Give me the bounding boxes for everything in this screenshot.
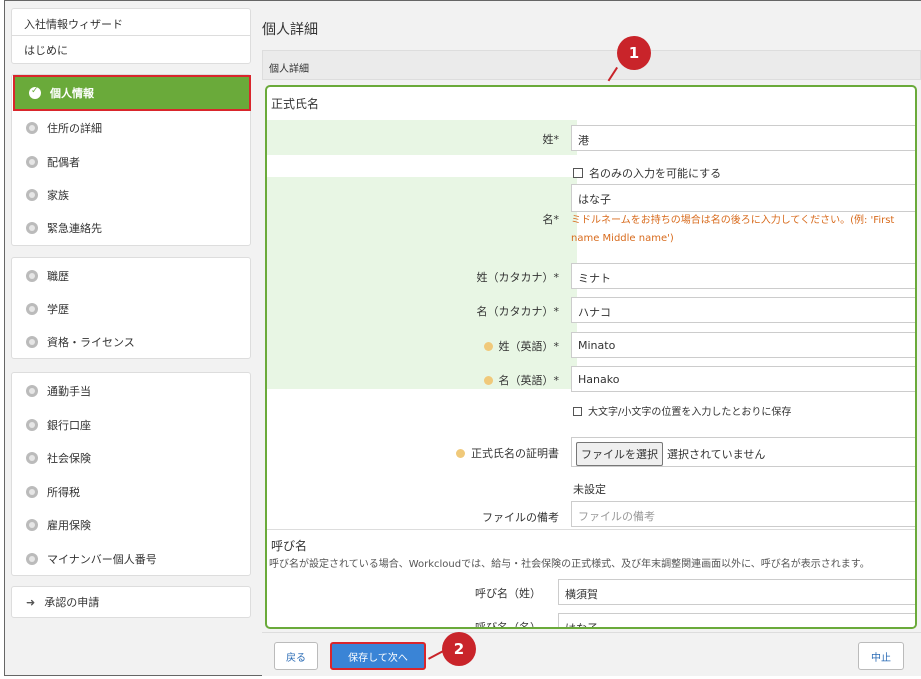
status-circle-icon xyxy=(26,122,38,134)
sidebar-item-label: 個人情報 xyxy=(50,87,94,100)
status-circle-icon xyxy=(26,519,38,531)
sidebar-item-emergency[interactable]: 緊急連絡先 xyxy=(12,213,250,243)
unset-status: 未設定 xyxy=(573,483,606,496)
sidebar-item-label: 職歴 xyxy=(47,270,69,283)
keep-case-checkbox[interactable] xyxy=(573,407,582,416)
first-name-only-option[interactable]: 名のみの入力を可能にする xyxy=(573,165,721,181)
sidebar-item-employment-insurance[interactable]: 雇用保険 xyxy=(12,510,250,540)
sidebar-item-income-tax[interactable]: 所得税 xyxy=(12,477,250,507)
main-content: 個人詳細 個人詳細 正式氏名 姓* 港 名のみの入力を可能にする 名* はな子 … xyxy=(262,8,921,676)
status-circle-icon xyxy=(26,452,38,464)
sidebar-group-personal: 個人情報 住所の詳細 配偶者 家族 緊急連絡先 xyxy=(11,74,251,246)
keep-case-option[interactable]: 大文字/小文字の位置を入力したとおりに保存 xyxy=(573,403,791,418)
first-name-hint-cont: name Middle name') xyxy=(571,233,674,244)
last-name-label: 姓* xyxy=(542,133,560,146)
info-dot-icon xyxy=(483,376,493,385)
sidebar-item-commute[interactable]: 通勤手当 xyxy=(12,376,250,406)
first-name-kana-input[interactable]: ハナコ xyxy=(571,297,915,323)
legal-name-heading: 正式氏名 xyxy=(271,97,320,111)
keep-case-label: 大文字/小文字の位置を入力したとおりに保存 xyxy=(588,407,792,418)
sidebar-group-career: 職歴 学歴 資格・ライセンス xyxy=(11,257,251,359)
proof-label: 正式氏名の証明書 xyxy=(456,445,559,461)
sidebar-item-label: 配偶者 xyxy=(47,156,80,169)
panel-header: 個人詳細 xyxy=(262,50,921,80)
nickname-heading: 呼び名 xyxy=(271,539,308,553)
sidebar-item-education[interactable]: 学歴 xyxy=(12,294,250,324)
status-circle-icon xyxy=(26,270,38,282)
save-next-button[interactable]: 保存して次へ xyxy=(330,642,426,670)
file-status: 選択されていません xyxy=(667,448,766,461)
last-name-kana-label: 姓（カタカナ）* xyxy=(476,271,560,284)
callout-badge-1: 1 xyxy=(617,36,651,70)
first-name-en-label: 名（英語）* xyxy=(483,372,559,388)
status-circle-icon xyxy=(26,189,38,201)
sign-in-icon: ➜ xyxy=(26,595,36,609)
check-circle-icon xyxy=(29,86,41,99)
last-name-en-label: 姓（英語）* xyxy=(483,338,559,354)
info-dot-icon xyxy=(483,342,493,351)
last-name-kana-input[interactable]: ミナト xyxy=(571,263,915,289)
sidebar-item-my-number[interactable]: マイナンバー個人番号 xyxy=(12,544,250,574)
status-circle-icon xyxy=(26,156,38,168)
nickname-first-label: 呼び名（名） xyxy=(475,621,541,629)
sidebar-group-payroll: 通勤手当 銀行口座 社会保険 所得税 雇用保険 マイナンバー個人番号 xyxy=(11,372,251,576)
nickname-last-input[interactable]: 横須賀 xyxy=(558,579,915,605)
sidebar-item-licenses[interactable]: 資格・ライセンス xyxy=(12,327,250,357)
sidebar-item-label: 承認の申請 xyxy=(44,596,100,609)
nickname-description: 呼び名が設定されている場合、Workcloudでは、給与・社会保険の正式様式、及… xyxy=(269,559,870,570)
back-button[interactable]: 戻る xyxy=(274,642,318,670)
wizard-title: 入社情報ウィザード xyxy=(24,18,123,31)
file-note-input[interactable]: ファイルの備考 xyxy=(571,501,915,527)
sidebar-item-bank[interactable]: 銀行口座 xyxy=(12,410,250,440)
status-circle-icon xyxy=(26,222,38,234)
sidebar-item-label: 所得税 xyxy=(47,486,80,499)
sidebar-group-submit: ➜ 承認の申請 xyxy=(11,586,251,618)
sidebar-item-work-history[interactable]: 職歴 xyxy=(12,261,250,291)
sidebar-item-label: マイナンバー個人番号 xyxy=(47,553,157,566)
sidebar-item-label: 家族 xyxy=(47,189,69,202)
sidebar-item-social-insurance[interactable]: 社会保険 xyxy=(12,443,250,473)
page-title: 個人詳細 xyxy=(262,22,318,38)
status-circle-icon xyxy=(26,553,38,565)
status-circle-icon xyxy=(26,385,38,397)
first-name-hint: ミドルネームをお持ちの場合は名の後ろに入力してください。(例: 'First xyxy=(571,215,895,226)
first-name-only-checkbox[interactable] xyxy=(573,168,583,178)
first-name-label: 名* xyxy=(542,213,560,226)
first-name-input[interactable]: はな子 xyxy=(571,184,915,212)
info-dot-icon xyxy=(456,449,465,458)
last-name-en-input[interactable]: Minato xyxy=(571,332,915,358)
sidebar-item-address[interactable]: 住所の詳細 xyxy=(12,113,250,143)
sidebar-group-intro: 入社情報ウィザード はじめに xyxy=(11,8,251,64)
status-circle-icon xyxy=(26,419,38,431)
sidebar-item-label: 資格・ライセンス xyxy=(47,336,135,349)
first-name-kana-label: 名（カタカナ）* xyxy=(476,305,560,318)
file-chooser: ファイルを選択 選択されていません xyxy=(571,437,915,467)
file-note-label: ファイルの備考 xyxy=(482,511,559,524)
submit-approval-item[interactable]: ➜ 承認の申請 xyxy=(12,587,250,617)
status-circle-icon xyxy=(26,486,38,498)
callout-badge-2: 2 xyxy=(442,632,476,666)
form-footer: 戻る 保存して次へ 中止 xyxy=(262,632,921,676)
last-name-input[interactable]: 港 xyxy=(571,125,915,151)
sidebar-item-label: 学歴 xyxy=(47,303,69,316)
sidebar-item-label: 住所の詳細 xyxy=(47,122,102,135)
sidebar-item-label: 雇用保険 xyxy=(47,519,91,532)
sidebar-item-label: 社会保険 xyxy=(47,452,91,465)
sidebar-item-label: 緊急連絡先 xyxy=(47,222,102,235)
status-circle-icon xyxy=(26,336,38,348)
sidebar-item-spouse[interactable]: 配偶者 xyxy=(12,147,250,177)
sidebar-item-personal-info[interactable]: 個人情報 xyxy=(13,75,251,111)
sidebar-item-label: 通勤手当 xyxy=(47,385,91,398)
sidebar-item-intro[interactable]: はじめに xyxy=(24,42,68,58)
nickname-last-label: 呼び名（姓） xyxy=(475,587,541,600)
nickname-first-input[interactable]: はな子 xyxy=(558,613,915,627)
first-name-only-label: 名のみの入力を可能にする xyxy=(589,167,722,180)
status-circle-icon xyxy=(26,303,38,315)
cancel-button[interactable]: 中止 xyxy=(858,642,904,670)
sidebar-item-label: 銀行口座 xyxy=(47,419,91,432)
sidebar-item-family[interactable]: 家族 xyxy=(12,180,250,210)
personal-details-form: 正式氏名 姓* 港 名のみの入力を可能にする 名* はな子 ミドルネームをお持ち… xyxy=(265,85,917,629)
choose-file-button[interactable]: ファイルを選択 xyxy=(576,442,663,466)
first-name-en-input[interactable]: Hanako xyxy=(571,366,915,392)
